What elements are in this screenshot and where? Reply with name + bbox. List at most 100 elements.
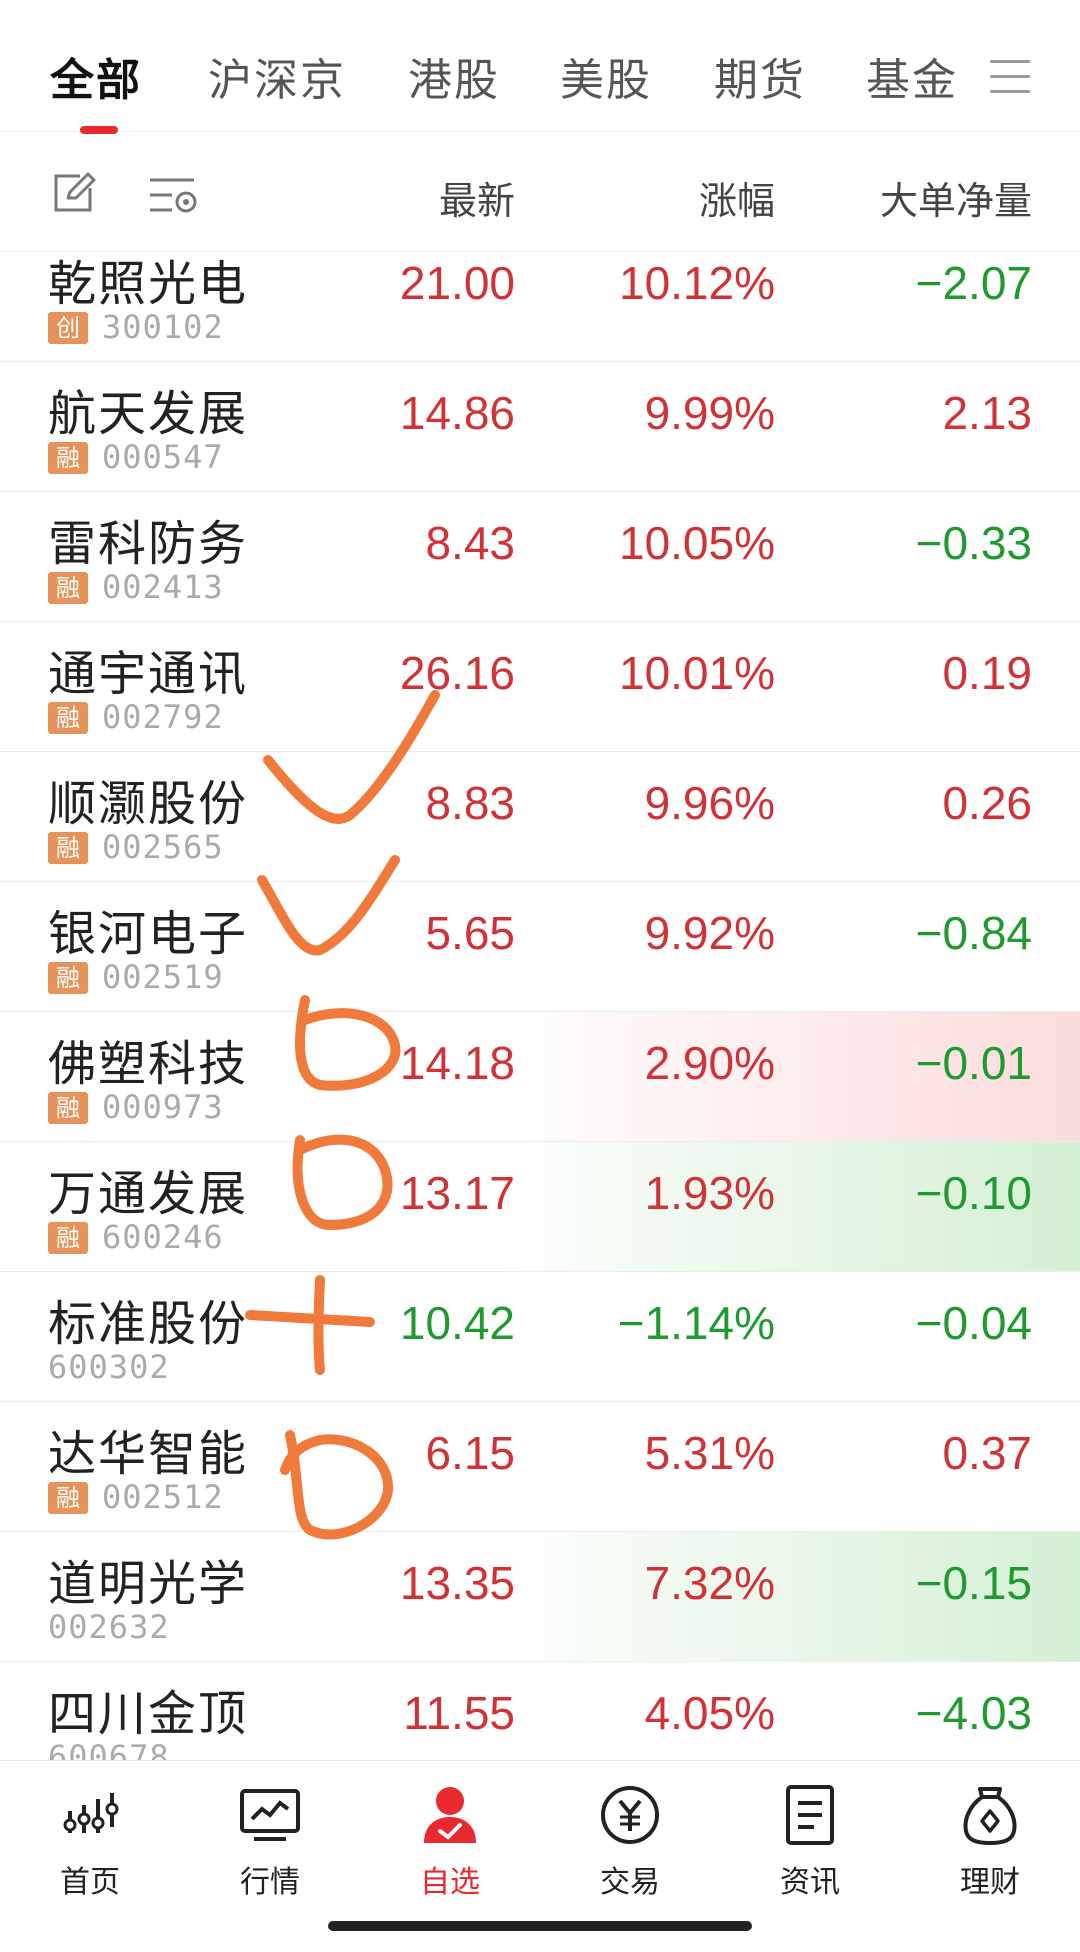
net-volume: −0.84 <box>915 907 1032 959</box>
stock-row[interactable]: 四川金顶 600678 11.55 4.05% −4.03 <box>0 1662 1080 1760</box>
nav-watchlist[interactable]: 自选 <box>390 1783 510 1901</box>
nav-watchlist-label: 自选 <box>420 1865 480 1900</box>
stock-code: 000973 <box>102 1088 224 1126</box>
stock-name: 通宇通讯 <box>48 646 249 702</box>
nav-wealth[interactable]: 理财 <box>930 1783 1050 1901</box>
money-bag-icon <box>963 1787 1017 1845</box>
tab-funds[interactable]: 基金 <box>866 44 958 108</box>
latest-price: 5.65 <box>425 907 515 959</box>
change-percent: −1.14% <box>617 1297 775 1349</box>
stock-code: 002632 <box>48 1608 170 1646</box>
margin-tag: 融 <box>48 1482 88 1514</box>
stock-row[interactable]: 标准股份 600302 10.42 −1.14% −0.04 <box>0 1272 1080 1402</box>
change-percent: 9.92% <box>644 907 775 959</box>
latest-price: 14.18 <box>399 1037 515 1089</box>
latest-price: 13.17 <box>399 1167 515 1219</box>
net-volume: 2.13 <box>942 387 1032 439</box>
stock-row[interactable]: 雷科防务 融 002413 8.43 10.05% −0.33 <box>0 492 1080 622</box>
change-percent: 1.93% <box>644 1167 775 1219</box>
net-volume: −4.03 <box>915 1687 1032 1739</box>
stock-code: 002565 <box>102 828 224 866</box>
latest-price: 13.35 <box>399 1557 515 1609</box>
nav-wealth-label: 理财 <box>960 1865 1020 1900</box>
column-change[interactable]: 涨幅 <box>699 170 775 225</box>
stock-code: 002519 <box>102 958 224 996</box>
stock-code: 600678 <box>48 1738 170 1760</box>
stock-name: 四川金顶 <box>48 1686 249 1742</box>
stock-code: 002413 <box>102 568 224 606</box>
net-volume: −0.04 <box>915 1297 1032 1349</box>
column-price[interactable]: 最新 <box>439 170 515 225</box>
stock-name: 雷科防务 <box>48 516 249 572</box>
yuan-coin-icon <box>601 1786 659 1844</box>
stock-row[interactable]: 道明光学 002632 13.35 7.32% −0.15 <box>0 1532 1080 1662</box>
net-volume: −0.33 <box>915 517 1032 569</box>
margin-tag: 融 <box>48 702 88 734</box>
nav-news[interactable]: 资讯 <box>750 1783 870 1901</box>
margin-tag: 融 <box>48 1092 88 1124</box>
column-header: 最新 涨幅 大单净量 <box>0 132 1080 252</box>
stock-name: 顺灏股份 <box>48 776 249 832</box>
change-percent: 7.32% <box>644 1557 775 1609</box>
change-percent: 2.90% <box>644 1037 775 1089</box>
stock-row[interactable]: 佛塑科技 融 000973 14.18 2.90% −0.01 <box>0 1012 1080 1142</box>
margin-tag: 融 <box>48 832 88 864</box>
column-net-volume[interactable]: 大单净量 <box>880 170 1032 225</box>
margin-tag: 融 <box>48 1222 88 1254</box>
nav-market-label: 行情 <box>240 1865 300 1900</box>
stock-code: 002512 <box>102 1478 224 1516</box>
net-volume: 0.26 <box>942 777 1032 829</box>
stock-row[interactable]: 银河电子 融 002519 5.65 9.92% −0.84 <box>0 882 1080 1012</box>
stock-row[interactable]: 通宇通讯 融 002792 26.16 10.01% 0.19 <box>0 622 1080 752</box>
change-percent: 9.96% <box>644 777 775 829</box>
menu-icon[interactable] <box>990 60 1030 94</box>
stock-row[interactable]: 乾照光电 创 300102 21.00 10.12% −2.07 <box>0 252 1080 362</box>
board-tag: 创 <box>48 312 88 344</box>
net-volume: 0.19 <box>942 647 1032 699</box>
stock-name: 达华智能 <box>48 1426 249 1482</box>
latest-price: 10.42 <box>399 1297 515 1349</box>
stock-code: 000547 <box>102 438 224 476</box>
tab-hushenjing[interactable]: 沪深京 <box>208 44 346 108</box>
stock-row[interactable]: 万通发展 融 600246 13.17 1.93% −0.10 <box>0 1142 1080 1272</box>
stock-name: 乾照光电 <box>48 256 249 312</box>
nav-news-label: 资讯 <box>780 1865 840 1900</box>
net-volume: −0.01 <box>915 1037 1032 1089</box>
nav-trade[interactable]: 交易 <box>570 1783 690 1901</box>
tab-futures[interactable]: 期货 <box>714 44 806 108</box>
home-indicator[interactable] <box>328 1921 752 1931</box>
change-percent: 10.01% <box>618 647 775 699</box>
net-volume: 0.37 <box>942 1427 1032 1479</box>
stock-name: 标准股份 <box>48 1296 249 1352</box>
tab-hk-stocks[interactable]: 港股 <box>408 44 500 108</box>
nav-market[interactable]: 行情 <box>210 1783 330 1901</box>
change-percent: 10.12% <box>618 257 775 309</box>
watchlist-screen: 全部 沪深京 港股 美股 期货 基金 最新 涨幅 大单净量 乾照光电 创 300… <box>0 0 1080 1952</box>
change-percent: 10.05% <box>618 517 775 569</box>
stock-row[interactable]: 达华智能 融 002512 6.15 5.31% 0.37 <box>0 1402 1080 1532</box>
change-percent: 5.31% <box>644 1427 775 1479</box>
tab-all[interactable]: 全部 <box>50 44 142 108</box>
stock-code: 002792 <box>102 698 224 736</box>
stock-list: 乾照光电 创 300102 21.00 10.12% −2.07 航天发展 融 … <box>0 252 1080 1760</box>
stock-name: 道明光学 <box>48 1556 249 1612</box>
nav-home-label: 首页 <box>60 1865 120 1900</box>
document-icon <box>786 1785 834 1845</box>
nav-trade-label: 交易 <box>600 1865 660 1900</box>
stock-code: 300102 <box>102 308 224 346</box>
stock-row[interactable]: 顺灏股份 融 002565 8.83 9.96% 0.26 <box>0 752 1080 882</box>
chart-candles-icon <box>63 1793 119 1833</box>
edit-icon[interactable] <box>50 170 96 216</box>
net-volume: −0.15 <box>915 1557 1032 1609</box>
margin-tag: 融 <box>48 572 88 604</box>
tab-us-stocks[interactable]: 美股 <box>560 44 652 108</box>
stock-code: 600302 <box>48 1348 170 1386</box>
change-percent: 4.05% <box>644 1687 775 1739</box>
net-volume: −0.10 <box>915 1167 1032 1219</box>
stock-row[interactable]: 航天发展 融 000547 14.86 9.99% 2.13 <box>0 362 1080 492</box>
latest-price: 6.15 <box>425 1427 515 1479</box>
nav-home[interactable]: 首页 <box>30 1783 150 1901</box>
stock-name: 银河电子 <box>48 906 249 962</box>
latest-price: 14.86 <box>399 387 515 439</box>
filter-settings-icon[interactable] <box>148 172 200 218</box>
